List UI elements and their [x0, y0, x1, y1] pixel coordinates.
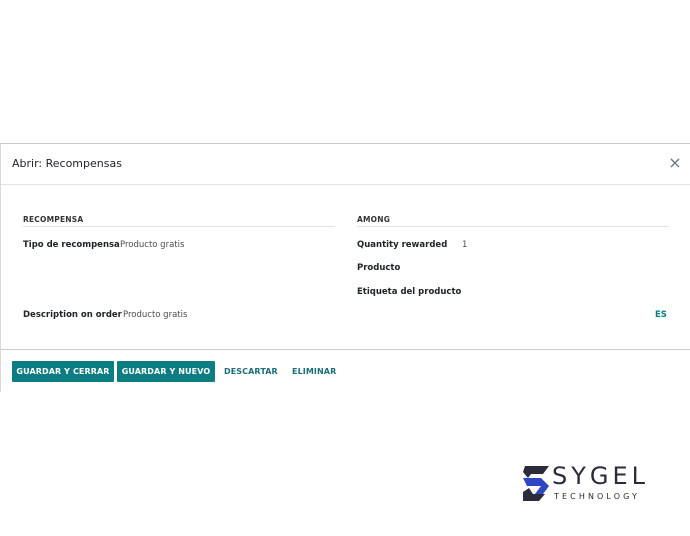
dialog-header: Abrir: Recompensas ×	[1, 144, 690, 185]
save-new-button[interactable]: GUARDAR Y NUEVO	[117, 361, 215, 382]
section-title-reward: RECOMPENSA	[23, 215, 84, 224]
discard-button[interactable]: DESCARTAR	[224, 361, 278, 382]
section-divider-reward	[23, 226, 335, 227]
product-tag-label: Etiqueta del producto	[357, 287, 462, 297]
logo-tagline: TECHNOLOGY	[554, 492, 640, 501]
product-label: Producto	[357, 263, 401, 273]
footer-divider	[1, 349, 690, 350]
reward-dialog: Abrir: Recompensas × RECOMPENSA Tipo de …	[0, 143, 690, 392]
quantity-rewarded-label: Quantity rewarded	[357, 240, 448, 250]
reward-type-field[interactable]: Producto gratis	[120, 240, 184, 250]
section-divider-among	[357, 226, 669, 227]
close-icon[interactable]: ×	[667, 155, 683, 171]
reward-type-label: Tipo de recompensa	[23, 240, 120, 250]
description-label: Description on order	[23, 310, 122, 320]
sygel-s-mark-icon	[523, 466, 549, 501]
logo-wordmark: SYGEL	[552, 462, 650, 490]
description-field[interactable]: Producto gratis	[123, 310, 187, 320]
sygel-logo: SYGEL TECHNOLOGY	[521, 462, 661, 504]
language-button[interactable]: ES	[655, 310, 667, 320]
dialog-title: Abrir: Recompensas	[12, 157, 122, 170]
section-title-among: AMONG	[357, 215, 391, 224]
save-close-button[interactable]: GUARDAR Y CERRAR	[12, 361, 114, 382]
delete-button[interactable]: ELIMINAR	[292, 361, 336, 382]
quantity-rewarded-field[interactable]: 1	[462, 240, 467, 250]
